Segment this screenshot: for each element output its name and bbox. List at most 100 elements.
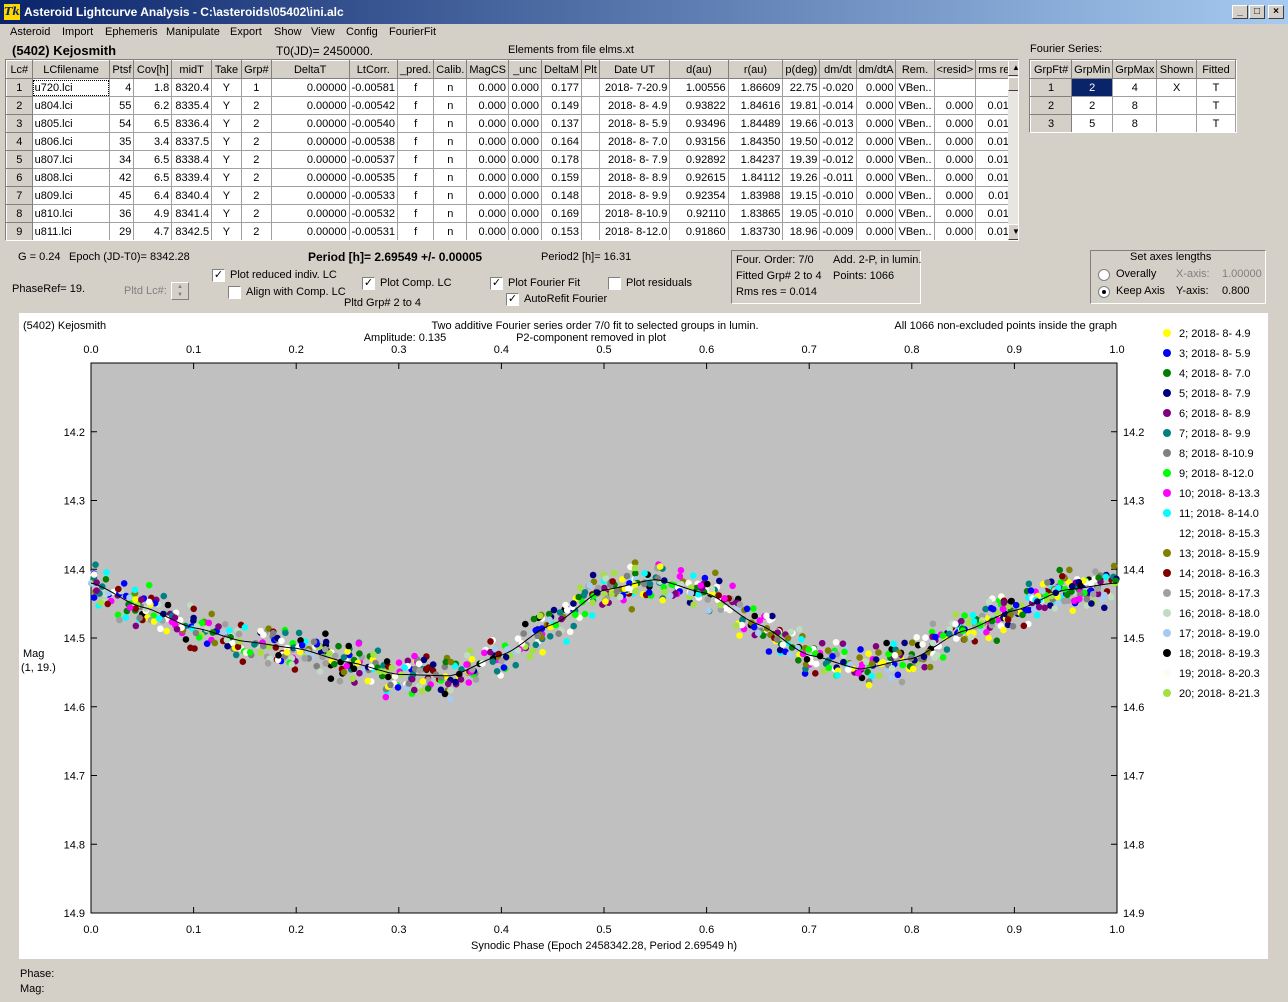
col-header[interactable]: r(au) <box>727 60 784 79</box>
table-cell[interactable] <box>580 222 600 240</box>
table-cell[interactable]: 2018- 8- 5.9 <box>598 114 671 133</box>
table-cell[interactable]: n <box>433 204 468 223</box>
table-cell[interactable]: n <box>433 168 468 187</box>
table-row[interactable]: 2 u804.lci 55 6.2 8335.4 Y 2 0.00000 -0.00542 f n 0… <box>6 96 1018 115</box>
table-cell[interactable]: 2 <box>240 168 272 187</box>
table-cell[interactable]: 2 <box>240 96 272 115</box>
table-cell[interactable]: Y <box>211 204 242 223</box>
table-cell[interactable]: 1.86609 <box>727 78 784 97</box>
table-cell[interactable]: -0.00533 <box>348 186 399 205</box>
keep-axis-radio[interactable] <box>1098 286 1110 298</box>
fourier-cell[interactable]: 8 <box>1112 96 1158 115</box>
table-scrollbar[interactable]: ▲ ▼ <box>1008 60 1018 240</box>
table-cell[interactable]: 0.00000 <box>270 222 350 240</box>
table-cell[interactable]: 19.66 <box>782 114 821 133</box>
table-cell[interactable]: f <box>397 150 435 169</box>
table-cell[interactable]: 1.83988 <box>727 186 784 205</box>
table-cell[interactable]: -0.012 <box>819 150 857 169</box>
table-cell[interactable]: 2 <box>240 204 272 223</box>
table-cell[interactable] <box>580 78 600 97</box>
scroll-thumb[interactable] <box>1008 77 1018 91</box>
table-cell[interactable]: 8341.4 <box>171 204 213 223</box>
col-header[interactable]: Date UT <box>598 60 671 79</box>
table-cell[interactable]: VBen.. <box>895 186 935 205</box>
fourier-cell[interactable]: T <box>1195 114 1236 132</box>
table-cell[interactable]: 0.149 <box>540 96 582 115</box>
table-cell[interactable]: -0.00535 <box>348 168 399 187</box>
col-header[interactable]: MagCS <box>466 60 510 79</box>
plot-fourier-checkbox[interactable]: ✓ <box>490 277 503 290</box>
col-header[interactable]: Cov[h] <box>133 60 173 79</box>
table-cell[interactable] <box>580 168 600 187</box>
table-cell[interactable]: VBen.. <box>895 96 935 115</box>
table-cell[interactable]: 0.93822 <box>669 96 729 115</box>
col-header[interactable]: dm/dtA <box>855 60 897 79</box>
fourier-series-table[interactable]: GrpFt# GrpMin GrpMax Shown Fitted 124XT228T3… <box>1029 59 1237 133</box>
fourier-col-header[interactable]: GrpMax <box>1112 60 1158 79</box>
table-cell[interactable]: u804.lci <box>31 96 111 115</box>
table-cell[interactable]: 55 <box>109 96 135 115</box>
table-cell[interactable]: Y <box>211 222 242 240</box>
fourier-col-header[interactable]: GrpFt# <box>1030 60 1073 79</box>
table-cell[interactable]: u811.lci <box>31 222 111 240</box>
table-cell[interactable]: Y <box>211 78 242 97</box>
table-cell[interactable]: f <box>397 96 435 115</box>
menu-view[interactable]: View <box>311 26 335 38</box>
table-cell[interactable]: 0.000 <box>508 204 542 223</box>
col-header[interactable]: <resid> <box>933 60 977 79</box>
table-cell[interactable] <box>580 96 600 115</box>
table-cell[interactable]: 0.000 <box>466 168 510 187</box>
table-cell[interactable]: 0.91860 <box>669 222 729 240</box>
table-cell[interactable]: 0.159 <box>540 168 582 187</box>
menu-import[interactable]: Import <box>62 26 93 38</box>
row-number[interactable]: 3 <box>6 114 33 133</box>
table-cell[interactable]: 18.96 <box>782 222 821 240</box>
table-cell[interactable]: 34 <box>109 150 135 169</box>
table-cell[interactable]: VBen.. <box>895 204 935 223</box>
fourier-cell[interactable]: T <box>1195 78 1236 97</box>
table-cell[interactable]: 8340.4 <box>171 186 213 205</box>
table-cell[interactable]: 0.93156 <box>669 132 729 151</box>
table-cell[interactable]: -0.009 <box>819 222 857 240</box>
fourier-cell[interactable]: 2 <box>1071 96 1114 115</box>
table-cell[interactable]: 8342.5 <box>171 222 213 240</box>
col-header[interactable]: Plt <box>580 60 600 79</box>
table-cell[interactable]: 1.84112 <box>727 168 784 187</box>
table-cell[interactable]: 8336.4 <box>171 114 213 133</box>
table-cell[interactable]: 1.84350 <box>727 132 784 151</box>
fourier-row-number[interactable]: 1 <box>1030 78 1073 97</box>
col-header[interactable]: midT <box>171 60 213 79</box>
table-cell[interactable]: 8338.4 <box>171 150 213 169</box>
table-cell[interactable]: 1.83730 <box>727 222 784 240</box>
plot-reduced-checkbox[interactable]: ✓ <box>212 269 225 282</box>
minimize-button[interactable]: _ <box>1232 5 1248 19</box>
table-cell[interactable]: u809.lci <box>31 186 111 205</box>
overally-radio[interactable] <box>1098 269 1110 281</box>
table-cell[interactable]: 2018- 8- 4.9 <box>598 96 671 115</box>
table-cell[interactable]: 8339.4 <box>171 168 213 187</box>
fourier-row-number[interactable]: 2 <box>1030 96 1073 115</box>
table-cell[interactable]: 0.000 <box>855 168 897 187</box>
table-cell[interactable]: 0.00000 <box>270 150 350 169</box>
fourier-cell[interactable]: 8 <box>1112 114 1158 132</box>
table-cell[interactable]: 0.000 <box>933 132 977 151</box>
table-cell[interactable]: 2 <box>240 114 272 133</box>
table-cell[interactable]: u808.lci <box>31 168 111 187</box>
table-cell[interactable]: -0.00537 <box>348 150 399 169</box>
table-cell[interactable]: -0.00532 <box>348 204 399 223</box>
table-cell[interactable]: 4.9 <box>133 204 173 223</box>
table-cell[interactable]: 0.000 <box>508 186 542 205</box>
table-cell[interactable]: VBen.. <box>895 132 935 151</box>
table-cell[interactable]: VBen.. <box>895 78 935 97</box>
menu-asteroid[interactable]: Asteroid <box>10 26 50 38</box>
table-cell[interactable]: 2 <box>240 186 272 205</box>
fourier-col-header[interactable]: Shown <box>1156 60 1197 79</box>
fourier-cell[interactable]: 2 <box>1071 78 1114 97</box>
table-cell[interactable] <box>580 204 600 223</box>
table-cell[interactable]: 4.7 <box>133 222 173 240</box>
scroll-down-icon[interactable]: ▼ <box>1008 224 1018 240</box>
table-cell[interactable]: 0.00000 <box>270 186 350 205</box>
lightcurve-chart[interactable]: (5402) Kejosmith Two additive Fourier se… <box>19 313 1268 959</box>
table-cell[interactable]: 0.000 <box>466 78 510 97</box>
table-cell[interactable]: 0.000 <box>933 150 977 169</box>
